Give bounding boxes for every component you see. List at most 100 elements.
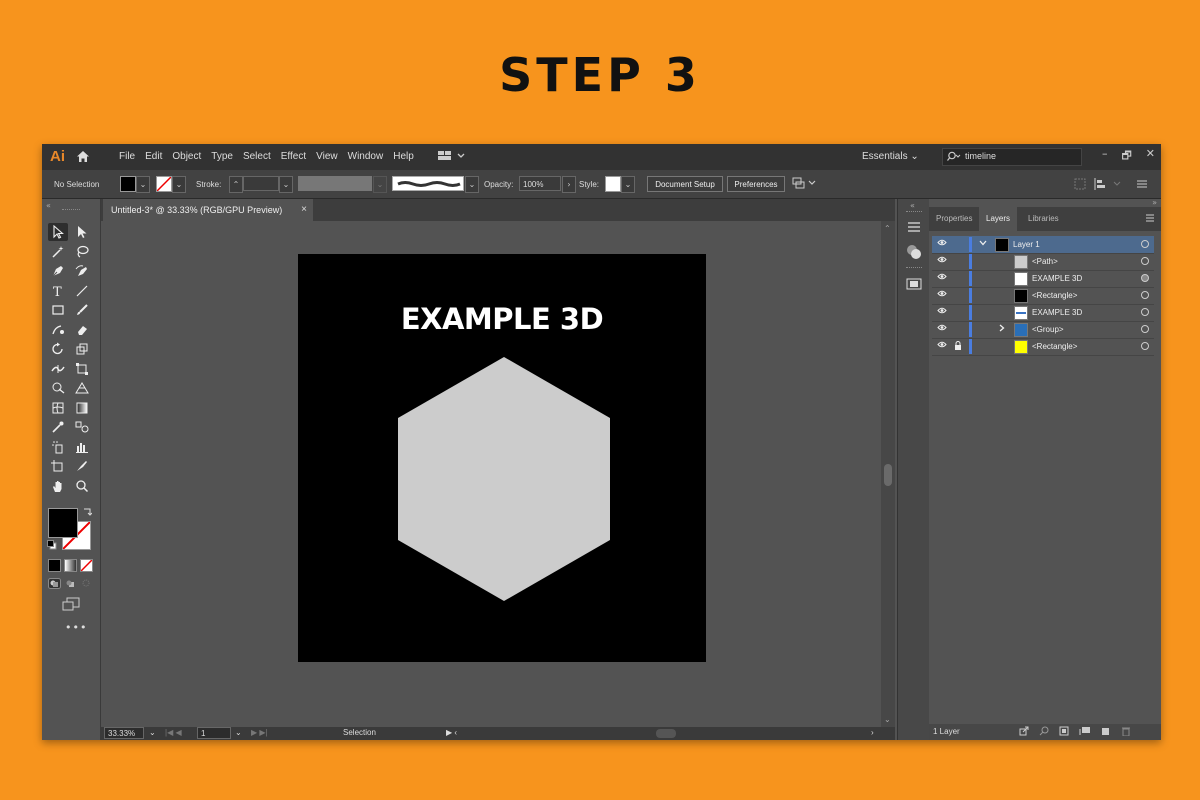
layer-row-text-2[interactable]: EXAMPLE 3D xyxy=(932,304,1154,322)
document-tab[interactable]: Untitled-3* @ 33.33% (RGB/GPU Preview) × xyxy=(103,199,313,221)
shaper-tool-icon[interactable] xyxy=(48,321,68,339)
target-circle-icon[interactable] xyxy=(1141,240,1149,248)
expand-chevron-icon[interactable] xyxy=(998,324,1006,334)
rectangle-tool-icon[interactable] xyxy=(48,301,68,319)
transparency-panel-icon[interactable] xyxy=(906,277,922,294)
last-artboard-icon[interactable]: ▶ ▶| xyxy=(251,728,268,737)
default-colors-icon[interactable] xyxy=(47,540,57,553)
status-menu-icon[interactable]: ▶ ‹ xyxy=(446,728,457,737)
visibility-eye-icon[interactable] xyxy=(937,273,947,282)
delete-layer-icon[interactable] xyxy=(1121,726,1131,738)
eraser-tool-icon[interactable] xyxy=(72,321,92,339)
variable-width-profile[interactable] xyxy=(298,176,372,191)
workspace-switcher[interactable]: Essentials ⌄ xyxy=(862,151,919,162)
curvature-tool-icon[interactable] xyxy=(72,262,92,280)
lock-icon[interactable] xyxy=(954,341,962,353)
menu-effect[interactable]: Effect xyxy=(276,151,311,162)
none-mode-icon[interactable] xyxy=(80,559,93,572)
direct-selection-tool-icon[interactable] xyxy=(72,223,92,241)
document-setup-button[interactable]: Document Setup xyxy=(647,176,723,192)
home-icon[interactable] xyxy=(76,150,90,166)
layer-name[interactable]: <Group> xyxy=(1032,325,1064,334)
hexagon-shape[interactable] xyxy=(398,357,610,601)
layer-name[interactable]: <Path> xyxy=(1032,257,1058,266)
expand-chevron-icon[interactable] xyxy=(979,239,987,249)
stroke-weight-input[interactable] xyxy=(243,176,279,191)
transform-icon[interactable] xyxy=(1074,178,1086,193)
visibility-eye-icon[interactable] xyxy=(937,307,947,316)
target-circle-icon[interactable] xyxy=(1141,325,1149,333)
new-sublayer-icon[interactable] xyxy=(1079,726,1091,738)
tools-grip[interactable] xyxy=(62,209,80,210)
selection-tool-icon[interactable] xyxy=(48,223,68,241)
preferences-button[interactable]: Preferences xyxy=(727,176,785,192)
vertical-scroll-thumb[interactable] xyxy=(884,464,892,486)
restore-button[interactable]: 🗗 xyxy=(1121,147,1131,166)
style-dropdown[interactable]: ⌄ xyxy=(621,176,635,193)
expand-dock-icon[interactable]: « xyxy=(910,201,915,210)
width-tool-icon[interactable] xyxy=(48,360,68,378)
symbol-sprayer-tool-icon[interactable] xyxy=(48,438,68,456)
stroke-weight-stepper[interactable]: ⌃ xyxy=(229,176,243,193)
zoom-dropdown-icon[interactable]: ⌄ xyxy=(149,728,156,737)
export-icon[interactable] xyxy=(1019,726,1029,738)
layer-row-text[interactable]: EXAMPLE 3D xyxy=(932,270,1154,288)
visibility-eye-icon[interactable] xyxy=(937,324,947,333)
draw-inside-icon[interactable] xyxy=(80,578,93,592)
rotate-tool-icon[interactable] xyxy=(48,340,68,358)
opacity-arrow[interactable]: › xyxy=(562,176,576,193)
visibility-eye-icon[interactable] xyxy=(937,239,947,248)
draw-behind-icon[interactable] xyxy=(64,578,77,592)
close-button[interactable]: ✕ xyxy=(1146,147,1155,166)
eyedropper-tool-icon[interactable] xyxy=(48,418,68,436)
color-mode-icon[interactable] xyxy=(48,559,61,572)
line-segment-tool-icon[interactable] xyxy=(72,282,92,300)
layer-name[interactable]: <Rectangle> xyxy=(1032,342,1077,351)
appearance-panel-icon[interactable] xyxy=(906,244,922,263)
vertical-scrollbar[interactable]: ⌃ ⌄ xyxy=(881,221,895,727)
pen-tool-icon[interactable] xyxy=(48,262,68,280)
new-layer-icon[interactable] xyxy=(1101,726,1111,738)
fill-dropdown[interactable]: ⌄ xyxy=(136,176,150,193)
artboard-dropdown-icon[interactable]: ⌄ xyxy=(235,728,242,737)
panel-menu-icon[interactable] xyxy=(1136,178,1148,193)
target-circle-icon[interactable] xyxy=(1141,342,1149,350)
column-graph-tool-icon[interactable] xyxy=(72,438,92,456)
layer-row-rectangle-2[interactable]: <Rectangle> xyxy=(932,338,1154,356)
first-artboard-icon[interactable]: |◀ ◀ xyxy=(165,728,182,737)
type-tool-icon[interactable]: T xyxy=(48,282,68,300)
target-circle-icon[interactable] xyxy=(1141,257,1149,265)
dock-grip-2[interactable] xyxy=(906,267,922,268)
shape-builder-tool-icon[interactable] xyxy=(48,379,68,397)
collapse-tools-icon[interactable]: « xyxy=(46,201,51,210)
zoom-tool-icon[interactable] xyxy=(72,477,92,495)
layer-name[interactable]: <Rectangle> xyxy=(1032,291,1077,300)
properties-panel-icon[interactable] xyxy=(906,221,922,236)
zoom-input[interactable]: 33.33% xyxy=(104,727,144,739)
opacity-input[interactable]: 100% xyxy=(519,176,561,191)
stroke-dropdown[interactable]: ⌄ xyxy=(172,176,186,193)
canvas-area[interactable]: EXAMPLE 3D xyxy=(101,221,881,727)
layer-row-group[interactable]: <Group> xyxy=(932,321,1154,339)
arrange-icon[interactable] xyxy=(792,177,818,193)
menu-view[interactable]: View xyxy=(311,151,343,162)
layer-name[interactable]: EXAMPLE 3D xyxy=(1032,274,1082,283)
artboard-tool-icon[interactable] xyxy=(48,457,68,475)
artboard[interactable]: EXAMPLE 3D xyxy=(298,254,706,662)
layer-row-rectangle[interactable]: <Rectangle> xyxy=(932,287,1154,305)
gradient-mode-icon[interactable] xyxy=(64,559,77,572)
artboard-number-input[interactable]: 1 xyxy=(197,727,231,739)
edit-toolbar-icon[interactable]: ••• xyxy=(65,621,87,634)
target-circle-icon[interactable] xyxy=(1141,274,1149,282)
scale-tool-icon[interactable] xyxy=(72,340,92,358)
scroll-up-icon[interactable]: ⌃ xyxy=(884,224,891,233)
free-transform-tool-icon[interactable] xyxy=(72,360,92,378)
profile-dropdown[interactable]: ⌄ xyxy=(373,176,387,193)
layer-name[interactable]: EXAMPLE 3D xyxy=(1032,308,1082,317)
perspective-grid-tool-icon[interactable] xyxy=(72,379,92,397)
slice-tool-icon[interactable] xyxy=(72,457,92,475)
hand-tool-icon[interactable] xyxy=(48,477,68,495)
visibility-eye-icon[interactable] xyxy=(937,341,947,350)
brush-definition[interactable] xyxy=(392,176,464,191)
menu-select[interactable]: Select xyxy=(238,151,276,162)
